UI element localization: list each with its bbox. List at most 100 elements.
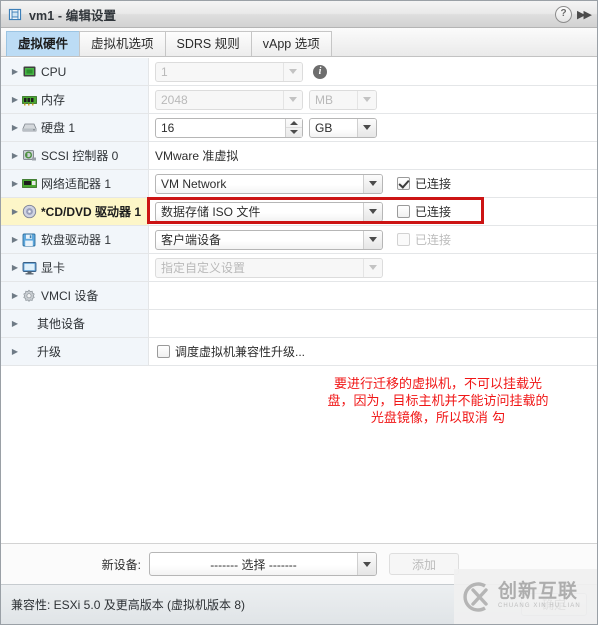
tab-virtual-hardware[interactable]: 虚拟硬件: [6, 31, 81, 56]
ok-button[interactable]: 确定: [521, 593, 587, 616]
checkbox-icon: [157, 345, 170, 358]
network-select[interactable]: VM Network: [155, 173, 383, 194]
cddvd-connected-checkbox[interactable]: 已连接: [397, 203, 451, 220]
row-value-cell: 2048 MB: [149, 86, 597, 113]
table-row-scsi-controller[interactable]: ▶ SCSI 控制器 0 VMware 准虚拟: [1, 142, 597, 170]
expand-arrow-icon[interactable]: ▶: [9, 347, 21, 356]
table-row-hard-disk[interactable]: ▶ 硬盘 1 16 GB: [1, 114, 597, 142]
tab-vm-options[interactable]: 虚拟机选项: [79, 31, 166, 56]
expand-arrow-icon[interactable]: ▶: [9, 151, 21, 160]
chevron-down-icon: [357, 90, 376, 109]
add-device-button[interactable]: 添加: [389, 553, 459, 575]
cpu-count-select[interactable]: 1: [155, 61, 303, 82]
memory-size-select[interactable]: 2048: [155, 89, 303, 110]
chevron-down-icon: [363, 258, 382, 277]
row-label-cell: ▶ 硬盘 1: [1, 114, 149, 141]
checkbox-label: 已连接: [415, 205, 452, 219]
disk-size-value: 16: [161, 120, 175, 135]
row-value-cell: VM Network 已连接: [149, 170, 597, 197]
no-icon: [21, 316, 37, 332]
table-row-memory[interactable]: ▶ 内存 2048 MB: [1, 86, 597, 114]
stepper-up-button[interactable]: [286, 119, 302, 128]
memory-unit-select[interactable]: MB: [309, 89, 377, 110]
vmci-icon: [21, 288, 37, 304]
device-label: *CD/DVD 驱动器 1: [41, 205, 142, 219]
vm-icon: [8, 7, 23, 22]
checkbox-label: 调度虚拟机兼容性升级...: [175, 345, 306, 359]
new-device-value: ------- 选择 -------: [210, 557, 297, 572]
device-label: VMCI 设备: [41, 289, 99, 303]
floppy-connected-checkbox: 已连接: [397, 231, 451, 248]
stepper-down-button[interactable]: [286, 128, 302, 137]
tab-sdrs-rules[interactable]: SDRS 规则: [164, 31, 252, 56]
new-device-select[interactable]: ------- 选择 -------: [149, 552, 377, 576]
table-row-vmci-device[interactable]: ▶ VMCI 设备: [1, 282, 597, 310]
table-row-network-adapter[interactable]: ▶ 网络适配器 1 VM Network 已连接: [1, 170, 597, 198]
network-connected-checkbox[interactable]: 已连接: [397, 175, 451, 192]
annotation-note: 要进行迁移的虚拟机，不可以挂载光盘，因为，目标主机并不能访问挂载的光盘镜像，所以…: [327, 377, 549, 426]
video-settings-select[interactable]: 指定自定义设置: [155, 257, 383, 278]
expand-arrow-icon[interactable]: ▶: [9, 291, 21, 300]
table-row-video-card[interactable]: ▶ 显卡 指定自定义设置: [1, 254, 597, 282]
info-icon[interactable]: i: [313, 64, 327, 79]
help-button[interactable]: ?: [555, 5, 572, 23]
table-row-floppy-drive[interactable]: ▶ 软盘驱动器 1 客户端设备 已连接: [1, 226, 597, 254]
page-title: vm1 - 编辑设置: [29, 8, 117, 23]
device-label: CPU: [41, 64, 67, 79]
row-label-cell: ▶ *CD/DVD 驱动器 1: [1, 198, 149, 225]
chevron-down-icon: [357, 118, 376, 137]
hardware-grid-area: ▶ CPU 1 i ▶ 内存 2048 MB ▶ 硬盘 1 16 GB ▶ SC…: [1, 57, 597, 544]
expand-button[interactable]: ▶▶: [575, 6, 592, 23]
table-row-cddvd-drive[interactable]: ▶ *CD/DVD 驱动器 1 数据存储 ISO 文件 已连接: [1, 198, 597, 226]
videocard-icon: [21, 260, 37, 276]
row-value-cell: 数据存储 ISO 文件 已连接: [149, 198, 597, 225]
floppy-source-select[interactable]: 客户端设备: [155, 229, 383, 250]
row-label-cell: ▶ 内存: [1, 86, 149, 113]
expand-arrow-icon[interactable]: ▶: [9, 95, 21, 104]
memory-icon: [21, 92, 37, 108]
memory-size-value: 2048: [161, 92, 188, 107]
expand-arrow-icon[interactable]: ▶: [9, 123, 21, 132]
expand-arrow-icon[interactable]: ▶: [9, 235, 21, 244]
table-row-cpu[interactable]: ▶ CPU 1 i: [1, 58, 597, 86]
checkbox-label: 已连接: [415, 233, 452, 247]
device-label: 内存: [41, 93, 66, 107]
row-value-cell: 1 i: [149, 58, 597, 85]
row-value-cell: 16 GB: [149, 114, 597, 141]
cpu-count-value: 1: [161, 64, 168, 79]
stepper-buttons[interactable]: [285, 118, 302, 137]
table-row-other-devices[interactable]: ▶ 其他设备: [1, 310, 597, 338]
chevron-down-icon: [283, 62, 302, 81]
device-label: 硬盘 1: [41, 121, 76, 135]
expand-arrow-icon[interactable]: ▶: [9, 319, 21, 328]
row-value-cell: [149, 310, 597, 337]
footer-bar: 兼容性: ESXi 5.0 及更高版本 (虚拟机版本 8) 确定: [1, 584, 597, 624]
schedule-upgrade-checkbox[interactable]: 调度虚拟机兼容性升级...: [157, 343, 305, 360]
disk-unit-select[interactable]: GB: [309, 117, 377, 138]
new-device-bar: 新设备: ------- 选择 ------- 添加: [1, 544, 597, 584]
cddvd-source-select[interactable]: 数据存储 ISO 文件: [155, 201, 383, 222]
memory-unit-value: MB: [315, 92, 333, 107]
cpu-icon: [21, 64, 37, 80]
row-label-cell: ▶ 其他设备: [1, 310, 149, 337]
expand-arrow-icon[interactable]: ▶: [9, 179, 21, 188]
table-row-upgrade[interactable]: ▶ 升级 调度虚拟机兼容性升级...: [1, 338, 597, 366]
row-value-cell: [149, 282, 597, 309]
tab-vapp-options[interactable]: vApp 选项: [250, 31, 332, 56]
expand-arrow-icon[interactable]: ▶: [9, 207, 21, 216]
device-label: 软盘驱动器 1: [41, 233, 112, 247]
help-icon: ?: [555, 5, 572, 23]
chevron-down-icon: [283, 90, 302, 109]
row-value-cell: 调度虚拟机兼容性升级...: [149, 338, 597, 365]
row-value-cell: 客户端设备 已连接: [149, 226, 597, 253]
expand-arrow-icon[interactable]: ▶: [9, 263, 21, 272]
row-label-cell: ▶ SCSI 控制器 0: [1, 142, 149, 169]
row-label-cell: ▶ 软盘驱动器 1: [1, 226, 149, 253]
device-label: 升级: [37, 345, 62, 359]
new-device-label: 新设备:: [101, 557, 141, 572]
row-label-cell: ▶ CPU: [1, 58, 149, 85]
video-settings-value: 指定自定义设置: [161, 261, 246, 275]
checkbox-label: 已连接: [415, 177, 452, 191]
expand-arrow-icon[interactable]: ▶: [9, 67, 21, 76]
disk-size-stepper[interactable]: 16: [155, 117, 303, 138]
